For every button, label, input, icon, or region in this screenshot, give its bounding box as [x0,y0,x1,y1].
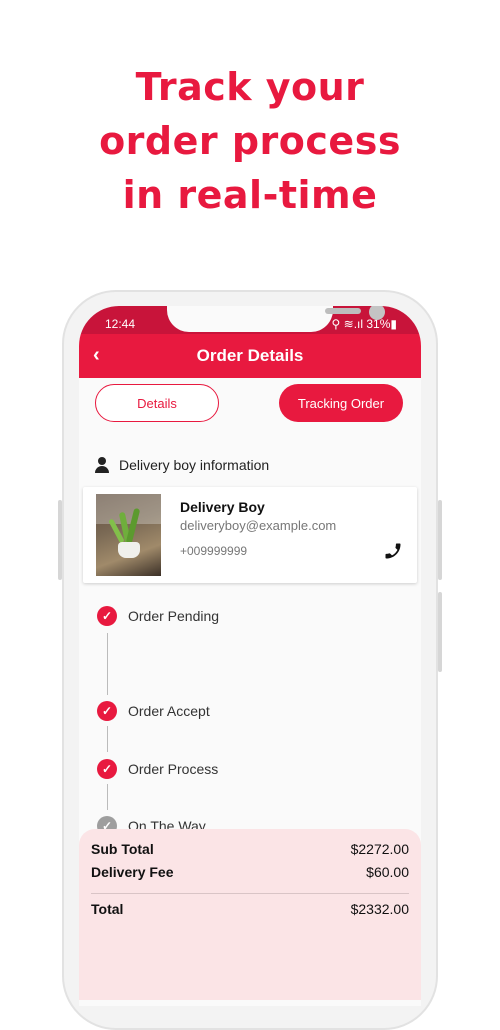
delivery-boy-name: Delivery Boy [180,499,265,515]
phone-side-button-right-top [438,500,442,580]
order-summary-panel: Sub Total $2272.00 Delivery Fee $60.00 T… [79,829,421,1000]
headline-line-1: Track your [135,65,365,109]
timeline-step: ✓ Order Process [97,759,218,779]
delivery-fee-value: $60.00 [366,864,409,880]
person-icon [93,456,111,474]
timeline-connector [107,784,108,810]
total-label: Total [91,901,124,917]
phone-side-button-right-bottom [438,592,442,672]
tab-details[interactable]: Details [95,384,219,422]
step-label: Order Accept [128,703,210,719]
status-time: 12:44 [105,317,136,331]
delivery-fee-label: Delivery Fee [91,864,174,880]
timeline-connector [107,726,108,752]
sub-total-label: Sub Total [91,841,154,857]
phone-side-button-left [58,500,62,580]
step-label: Order Process [128,761,219,777]
timeline-step: ✓ Order Accept [97,701,210,721]
speaker-grille [325,308,361,314]
phone-call-icon[interactable] [383,541,403,561]
promo-headline: Track your order process in real-time [0,60,500,222]
check-circle-icon: ✓ [97,759,117,779]
check-circle-icon: ✓ [97,606,117,626]
delivery-boy-card: Delivery Boy deliveryboy@example.com +00… [83,487,417,583]
status-indicators: ⚲ ≋.ıl 31%▮ [331,317,397,331]
step-label: Order Pending [128,608,220,624]
delivery-boy-photo [96,494,161,576]
delivery-boy-phone: +009999999 [180,544,248,558]
timeline-connector [107,633,108,695]
delivery-boy-email: deliveryboy@example.com [180,518,337,533]
headline-line-3: in real-time [122,173,378,217]
summary-divider [91,893,409,894]
check-circle-icon: ✓ [97,701,117,721]
app-bar: ‹ Order Details [79,334,421,378]
sub-total-value: $2272.00 [350,841,409,857]
delivery-section-header: Delivery boy information [93,456,269,474]
phone-notch [167,306,385,332]
timeline-step: ✓ Order Pending [97,606,219,626]
headline-line-2: order process [99,119,401,163]
tab-tracking-order[interactable]: Tracking Order [279,384,403,422]
total-value: $2332.00 [350,901,409,917]
page-title: Order Details [196,346,304,365]
delivery-section-title: Delivery boy information [119,457,270,473]
